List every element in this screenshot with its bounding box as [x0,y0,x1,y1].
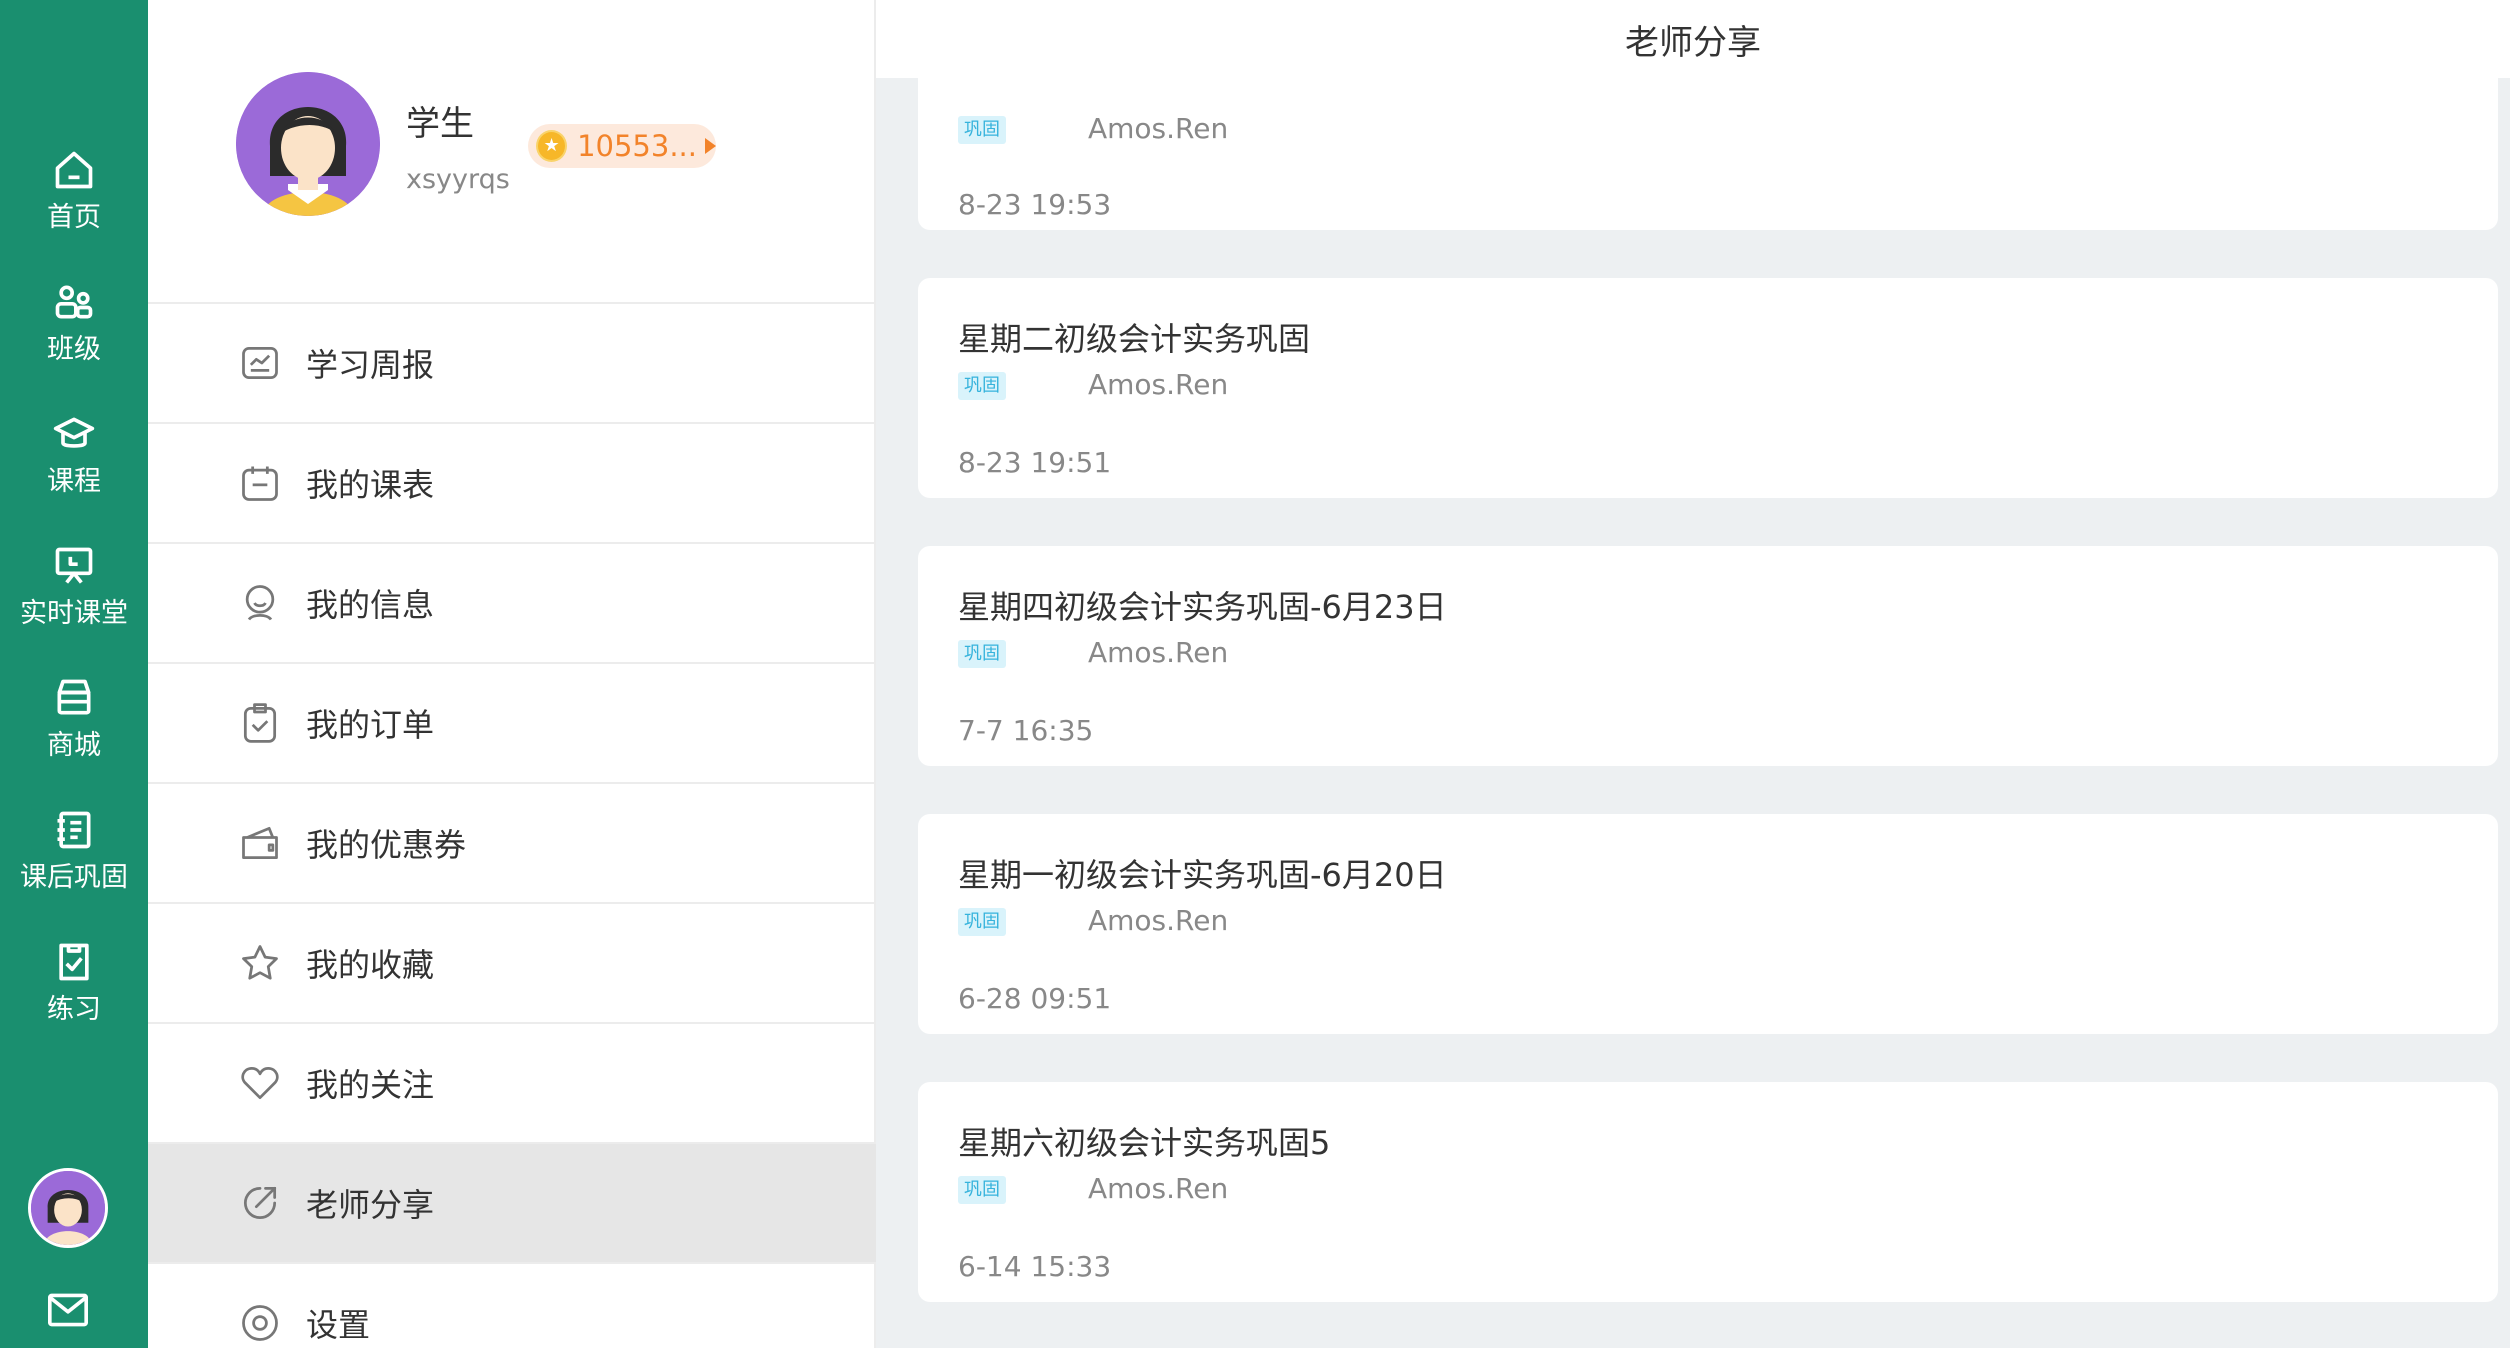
rail-item-practice[interactable]: 练习 [0,940,148,1060]
card-author: Amos.Ren [1088,1172,1229,1205]
card-author: Amos.Ren [1088,636,1229,669]
points-value: 10553... [577,129,697,163]
class-icon [55,285,93,319]
card-title: 星期四初级会计实务巩固-6月23日 [958,588,1447,626]
store-icon [57,679,91,715]
settings-icon [242,1305,278,1341]
rail-item-label: 商城 [47,730,101,761]
menu-item-label: 我的关注 [306,1066,435,1104]
rail-item-class[interactable]: 班级 [0,280,148,400]
menu-item-label: 我的信息 [306,586,435,624]
teacher-share-content: 巩固 Amos.Ren 8-23 19:53 星期二初级会计实务巩固 巩固 Am… [876,0,2510,1348]
share-card[interactable]: 星期一初级会计实务巩固-6月20日 巩固 Amos.Ren 6-28 09:51 [918,814,2498,1034]
card-tag: 巩固 [958,908,1006,936]
star-icon [242,945,278,980]
rail-item-store[interactable]: 商城 [0,676,148,796]
card-title: 星期六初级会计实务巩固5 [958,1124,1331,1162]
menu-item-label: 我的优惠券 [306,826,467,864]
rail-item-label: 课程 [47,466,101,497]
menu-item-following[interactable]: 我的关注 [148,1024,876,1144]
avatar[interactable] [28,1168,108,1248]
card-title: 星期二初级会计实务巩固 [958,320,1311,358]
menu-item-label: 我的收藏 [306,946,435,984]
arrow-right-icon [705,138,716,154]
card-tag: 巩固 [958,640,1006,668]
card-tag: 巩固 [958,116,1006,144]
content-header: 老师分享 [876,0,2510,78]
menu-item-favorites[interactable]: 我的收藏 [148,904,876,1024]
menu-item-profile-info[interactable]: 我的信息 [148,544,876,664]
card-author: Amos.Ren [1088,112,1229,145]
home-icon [55,151,93,189]
mail-icon[interactable] [46,1290,90,1330]
profile-avatar[interactable] [236,72,380,216]
homework-icon [57,811,91,849]
menu-item-label: 设置 [306,1306,371,1344]
menu-item-label: 老师分享 [306,1186,435,1224]
menu-item-coupons[interactable]: 我的优惠券 [148,784,876,904]
menu-item-label: 我的课表 [306,466,435,504]
profile-info-icon [245,585,275,621]
coupon-icon [242,826,278,860]
rail-item-live-classroom[interactable]: 实时课堂 [0,544,148,664]
card-title: 星期一初级会计实务巩固-6月20日 [958,856,1447,894]
menu-item-orders[interactable]: 我的订单 [148,664,876,784]
user-avatar-icon [31,1171,105,1245]
menu-item-label: 我的订单 [306,706,435,744]
rail-item-course[interactable]: 课程 [0,412,148,532]
card-time: 7-7 16:35 [958,714,1094,747]
menu-item-schedule[interactable]: 我的课表 [148,424,876,544]
app: 首页 班级 课程 实时课堂 商城 课后巩固 练习 学生 xsyyrqs ★ 10… [0,0,2510,1348]
heart-icon [241,1066,279,1100]
practice-icon [59,943,89,981]
profile-panel: 学生 xsyyrqs ★ 10553... 学习周报 我的课表 我的信息 我的订… [148,0,876,1348]
card-time: 8-23 19:53 [958,188,1112,221]
nav-rail: 首页 班级 课程 实时课堂 商城 课后巩固 练习 [0,0,148,1348]
graduation-cap-icon [53,417,95,448]
rail-item-label: 练习 [47,994,101,1025]
card-author: Amos.Ren [1088,368,1229,401]
card-time: 8-23 19:51 [958,446,1112,479]
order-icon [243,703,277,743]
menu-item-label: 学习周报 [306,346,435,384]
coin-icon: ★ [536,130,568,162]
card-time: 6-14 15:33 [958,1250,1112,1283]
rail-item-home[interactable]: 首页 [0,148,148,268]
page-title: 老师分享 [1625,22,1761,63]
user-id: xsyyrqs [406,164,510,195]
rail-item-label: 首页 [47,202,101,233]
user-name: 学生 [406,104,474,144]
share-list[interactable]: 巩固 Amos.Ren 8-23 19:53 星期二初级会计实务巩固 巩固 Am… [918,0,2498,1348]
points-badge[interactable]: ★ 10553... [528,124,716,168]
menu-item-weekly-report[interactable]: 学习周报 [148,304,876,424]
share-card[interactable]: 星期六初级会计实务巩固5 巩固 Amos.Ren 6-14 15:33 [918,1082,2498,1302]
card-author: Amos.Ren [1088,904,1229,937]
profile-menu: 学习周报 我的课表 我的信息 我的订单 我的优惠券 我的收藏 我的关注 老师分享… [148,304,876,1348]
share-card[interactable]: 星期四初级会计实务巩固-6月23日 巩固 Amos.Ren 7-7 16:35 [918,546,2498,766]
card-tag: 巩固 [958,1176,1006,1204]
menu-item-teacher-share[interactable]: 老师分享 [148,1144,876,1264]
profile-header: 学生 xsyyrqs ★ 10553... [148,0,876,304]
menu-item-settings[interactable]: 设置 [148,1264,876,1348]
user-avatar-icon [236,72,380,216]
rail-item-label: 实时课堂 [20,598,128,629]
rail-item-homework[interactable]: 课后巩固 [0,808,148,928]
share-card[interactable]: 星期二初级会计实务巩固 巩固 Amos.Ren 8-23 19:51 [918,278,2498,498]
weekly-report-icon [242,346,278,380]
schedule-icon [242,466,278,501]
rail-item-label: 班级 [47,334,101,365]
rail-item-label: 课后巩固 [20,862,128,893]
share-icon [243,1186,277,1220]
card-time: 6-28 09:51 [958,982,1112,1015]
card-tag: 巩固 [958,372,1006,400]
live-classroom-icon [55,547,93,584]
